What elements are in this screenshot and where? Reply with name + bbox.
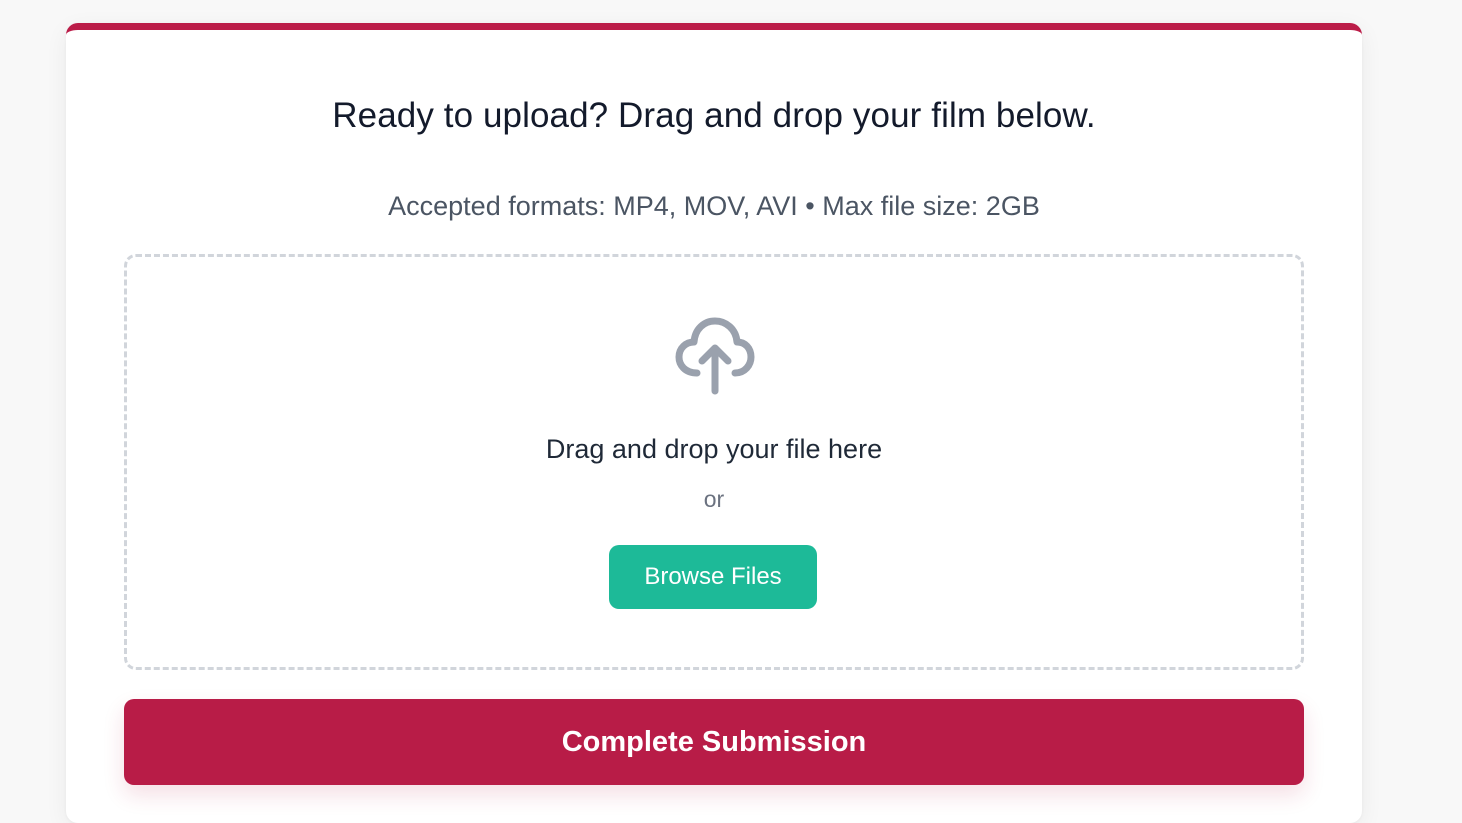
accepted-formats-text: Accepted formats: MP4, MOV, AVI • Max fi… bbox=[388, 191, 1040, 221]
page-title: Ready to upload? Drag and drop your film… bbox=[332, 96, 1096, 135]
upload-card: Ready to upload? Drag and drop your film… bbox=[66, 23, 1362, 823]
browse-files-button[interactable]: Browse Files bbox=[609, 545, 817, 609]
drag-drop-text: Drag and drop your file here bbox=[545, 434, 883, 464]
complete-submission-button[interactable]: Complete Submission bbox=[124, 699, 1304, 785]
file-dropzone[interactable]: Drag and drop your file here or Browse F… bbox=[124, 254, 1304, 670]
or-separator: or bbox=[703, 486, 725, 512]
cloud-upload-icon bbox=[675, 317, 755, 395]
